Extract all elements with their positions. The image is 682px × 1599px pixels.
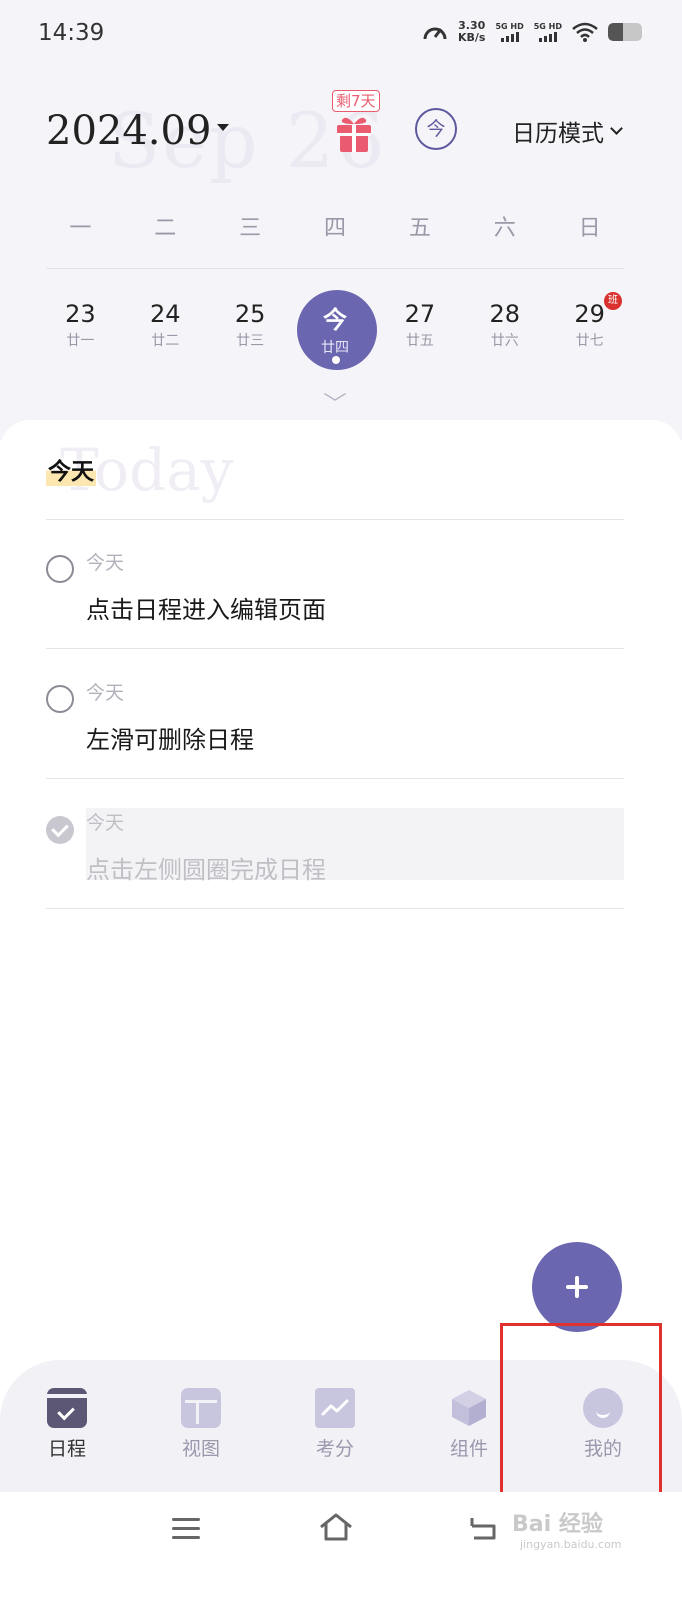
workday-badge: 班 <box>604 292 623 310</box>
task-checkbox[interactable] <box>46 555 74 583</box>
list-divider <box>46 519 624 520</box>
weekday-label: 六 <box>493 216 516 241</box>
tab-label: 日程 <box>47 1438 86 1460</box>
gift-countdown-badge: 剩7天 <box>332 90 380 112</box>
day-lunar-date: 廿五 <box>405 333 434 349</box>
signal-bars-icon <box>500 31 519 42</box>
sim2-label: 5G HD <box>533 22 562 31</box>
day-lunar-date: 廿一 <box>66 333 95 349</box>
battery-level <box>608 23 624 41</box>
weekday-header: 一 二 三 四 五 六 日 <box>38 210 632 250</box>
day-lunar-date: 廿二 <box>151 333 180 349</box>
task-title: 左滑可删除日程 <box>86 726 254 754</box>
speedometer-icon <box>423 27 447 40</box>
task-item[interactable]: 今天 点击日程进入编辑页面 <box>46 546 624 626</box>
day-number: 25 <box>234 300 266 328</box>
task-checkbox[interactable] <box>46 685 74 713</box>
gift-button[interactable]: 剩7天 <box>330 90 380 156</box>
back-icon[interactable] <box>468 1514 498 1540</box>
weekday-label: 五 <box>408 216 431 241</box>
tab-label: 视图 <box>181 1438 220 1460</box>
status-bar: 14:39 3.30 KB/s 5G HD 5G HD <box>0 0 682 66</box>
status-indicators: 3.30 KB/s 5G HD 5G HD <box>422 20 642 44</box>
layout-icon <box>181 1388 221 1428</box>
chevron-down-icon <box>610 121 623 135</box>
week-days-row: 23 廿一 24 廿二 25 廿三 今 廿四 27 廿五 28 廿六 班 29 … <box>38 290 632 374</box>
gift-icon <box>337 117 371 152</box>
net-speed: 3.30 KB/s <box>458 20 485 44</box>
month-picker-button[interactable]: 2024.09 <box>46 108 230 154</box>
day-cell[interactable]: 班 29 廿七 <box>547 290 632 374</box>
chart-line-icon <box>315 1388 355 1428</box>
day-lunar-date: 廿七 <box>575 333 604 349</box>
task-date: 今天 <box>86 682 125 704</box>
battery-icon <box>608 23 642 41</box>
caret-down-icon <box>217 123 230 131</box>
baidu-watermark: Bai 经验 <box>512 1512 603 1537</box>
check-circle-icon[interactable] <box>46 816 74 844</box>
day-lunar-date: 廿三 <box>236 333 265 349</box>
task-item-completed[interactable]: 今天 点击左侧圆圈完成日程 <box>46 808 624 888</box>
day-cell[interactable]: 27 廿五 <box>377 290 462 374</box>
add-schedule-button[interactable] <box>532 1242 622 1332</box>
task-item[interactable]: 今天 左滑可删除日程 <box>46 676 624 756</box>
task-title: 点击左侧圆圈完成日程 <box>86 856 326 884</box>
calendar-mode-label: 日历模式 <box>512 121 604 147</box>
day-number: 28 <box>489 300 520 328</box>
task-date: 今天 <box>86 812 125 834</box>
list-divider <box>46 778 624 779</box>
sim2-signal: 5G HD <box>534 22 562 42</box>
task-date: 今天 <box>86 552 125 574</box>
day-number: 今 <box>323 306 347 334</box>
day-number: 23 <box>65 300 96 328</box>
weekday-label: 二 <box>154 216 177 241</box>
home-icon[interactable] <box>318 1512 354 1542</box>
section-title: 今天 <box>46 452 96 486</box>
signal-bars-icon <box>538 31 557 42</box>
status-time: 14:39 <box>38 20 105 46</box>
day-lunar-date: 廿四 <box>321 340 349 356</box>
sim1-label: 5G HD <box>495 22 524 31</box>
tab-score[interactable]: 考分 <box>280 1388 390 1461</box>
day-lunar-date: 廿六 <box>490 333 519 349</box>
annotation-highlight-box <box>500 1323 662 1506</box>
day-cell[interactable]: 25 廿三 <box>208 290 293 374</box>
weekday-label: 四 <box>324 216 347 241</box>
calendar-mode-dropdown[interactable]: 日历模式 <box>512 114 623 148</box>
weekday-label: 三 <box>239 216 262 241</box>
list-divider <box>46 908 624 909</box>
cube-icon <box>449 1388 489 1428</box>
day-number: 24 <box>150 300 181 328</box>
day-cell[interactable]: 28 廿六 <box>462 290 547 374</box>
weekday-label: 日 <box>578 216 601 241</box>
day-cell[interactable]: 24 廿二 <box>123 290 208 374</box>
wifi-icon <box>572 22 598 42</box>
day-cell-today[interactable]: 今 廿四 <box>293 290 378 374</box>
month-label: 2024.09 <box>46 108 212 154</box>
menu-icon[interactable] <box>172 1518 200 1540</box>
header-background-edge <box>642 300 682 430</box>
task-title: 点击日程进入编辑页面 <box>86 596 326 624</box>
baidu-watermark-url: jingyan.baidu.com <box>520 1538 622 1551</box>
tab-label: 考分 <box>315 1438 354 1460</box>
jump-to-today-button[interactable]: 今 <box>415 108 457 150</box>
day-number: 27 <box>404 300 436 328</box>
calendar-check-icon <box>47 1388 87 1428</box>
weekday-label: 一 <box>69 216 92 241</box>
net-speed-unit: KB/s <box>457 31 486 44</box>
day-cell[interactable]: 23 廿一 <box>38 290 123 374</box>
sim1-signal: 5G HD <box>495 22 524 42</box>
list-divider <box>46 648 624 649</box>
event-dot <box>331 356 340 364</box>
tab-view[interactable]: 视图 <box>146 1388 256 1461</box>
week-divider <box>46 268 624 269</box>
tab-schedule[interactable]: 日程 <box>12 1388 122 1461</box>
